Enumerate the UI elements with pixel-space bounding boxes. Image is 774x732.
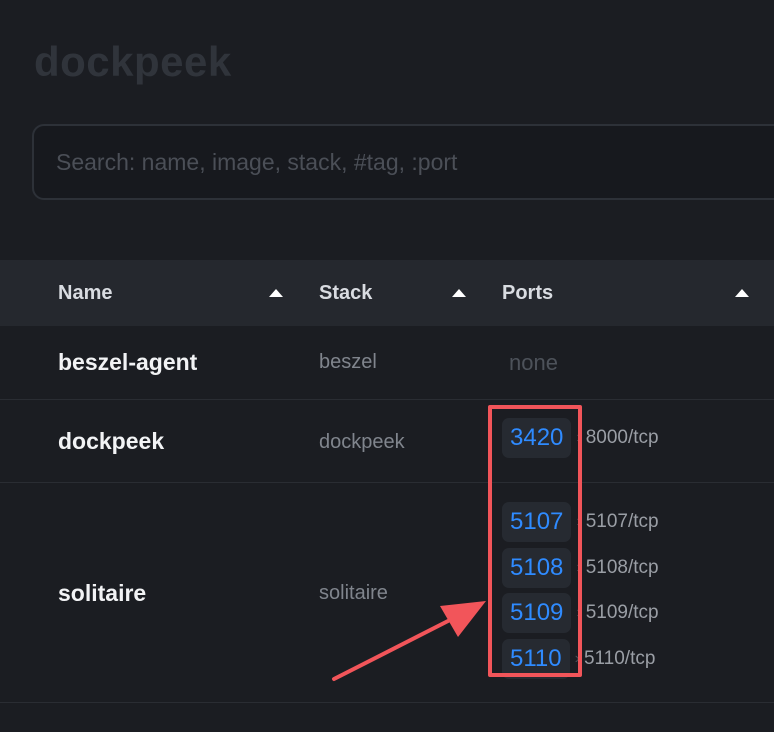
container-name: dockpeek [58,428,165,454]
table-row: beszel-agent beszel none [0,326,774,400]
table-row: dockpeek dockpeek 3420 › 8000/tcp [0,400,774,483]
table-row: solitaire solitaire 5107 › 5107/tcp 5108… [0,483,774,703]
container-port: 5108/tcp [585,557,659,578]
container-stack: solitaire [319,582,388,604]
port-mapping: 3420 › 8000/tcp [502,418,659,458]
search-input[interactable] [54,147,774,177]
host-port-link[interactable]: 3420 [502,418,572,458]
container-name: beszel-agent [58,349,198,375]
container-port: 5110/tcp [583,648,656,669]
port-mapping: 5108 › 5108/tcp [502,548,659,588]
column-header-name[interactable]: Name [58,260,112,326]
table-header: Name Stack Ports [0,260,774,326]
host-port-link[interactable]: 5108 [502,548,572,588]
port-mapping: 5110 › 5110/tcp [502,639,655,679]
chevron-right-icon: › [576,513,582,530]
container-port: 5109/tcp [585,602,659,623]
column-header-name-label: Name [58,281,113,304]
container-name: solitaire [58,580,147,606]
sort-ascending-icon[interactable] [452,289,466,297]
dockpeek-app: dockpeek Name Stack Ports beszel-agent b… [0,0,774,732]
chevron-right-icon: › [576,559,582,576]
column-header-ports[interactable]: Ports [502,260,553,326]
container-stack: dockpeek [319,431,405,453]
container-port: 8000/tcp [585,427,659,448]
host-port-link[interactable]: 5107 [502,502,572,542]
chevron-right-icon: › [576,604,582,621]
container-stack: beszel [319,351,377,373]
host-port-link[interactable]: 5110 [502,639,570,679]
column-header-stack-label: Stack [319,281,373,304]
sort-ascending-icon[interactable] [269,289,283,297]
search-box[interactable] [32,124,774,200]
sort-ascending-icon[interactable] [735,289,749,297]
port-mapping: 5107 › 5107/tcp [502,502,659,542]
app-title: dockpeek [34,38,232,85]
column-header-stack[interactable]: Stack [319,260,372,326]
host-port-link[interactable]: 5109 [502,593,572,633]
containers-table: Name Stack Ports beszel-agent beszel non… [0,260,774,703]
chevron-right-icon: › [576,429,582,446]
port-mapping: 5109 › 5109/tcp [502,593,659,633]
container-port: 5107/tcp [585,511,659,532]
chevron-right-icon: › [574,650,580,667]
column-header-ports-label: Ports [502,281,554,304]
ports-none: none [509,350,558,375]
